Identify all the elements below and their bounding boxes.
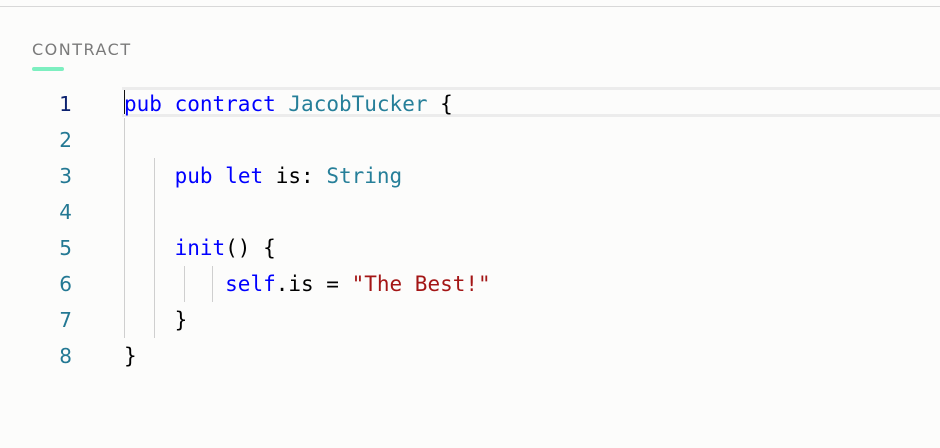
code-text: } bbox=[124, 338, 137, 374]
line-number: 3 bbox=[59, 164, 72, 188]
code-line[interactable]: 1 pub contract JacobTucker { bbox=[0, 86, 940, 122]
code-token: let bbox=[225, 164, 264, 188]
code-editor[interactable]: 1 pub contract JacobTucker {2 3 pub let is… bbox=[0, 86, 940, 376]
tab-active-indicator bbox=[32, 67, 64, 71]
code-token: } bbox=[124, 344, 137, 368]
code-token: "The Best!" bbox=[351, 272, 491, 296]
tab-contract[interactable]: CONTRACT bbox=[32, 40, 132, 59]
code-text: init() { bbox=[124, 230, 276, 266]
code-text: self.is = "The Best!" bbox=[124, 266, 491, 302]
line-number: 6 bbox=[59, 272, 72, 296]
code-token: pub bbox=[124, 92, 162, 116]
code-line[interactable]: 8} bbox=[0, 338, 940, 374]
code-token: { bbox=[427, 92, 453, 116]
code-text: pub contract JacobTucker { bbox=[124, 86, 453, 122]
code-token: pub bbox=[174, 164, 213, 188]
line-number: 7 bbox=[59, 308, 72, 332]
code-token: } bbox=[124, 308, 188, 332]
code-text: pub let is: String bbox=[124, 158, 403, 194]
code-token: self bbox=[225, 272, 276, 296]
line-number: 8 bbox=[59, 344, 72, 368]
code-line[interactable]: 2 bbox=[0, 122, 940, 158]
code-token: JacobTucker bbox=[288, 92, 428, 116]
code-token: () { bbox=[225, 236, 276, 260]
code-line[interactable]: 5 init() { bbox=[0, 230, 940, 266]
code-token: contract bbox=[174, 92, 276, 116]
code-token: String bbox=[326, 164, 403, 188]
contract-editor-page: CONTRACT 1 pub contract JacobTucker {2 3 p… bbox=[0, 0, 940, 448]
code-token: .is = bbox=[275, 272, 352, 296]
line-number: 5 bbox=[59, 236, 72, 260]
code-line[interactable]: 6 self.is = "The Best!" bbox=[0, 266, 940, 302]
line-number: 2 bbox=[59, 128, 72, 152]
code-token: init bbox=[174, 236, 226, 260]
top-divider bbox=[0, 6, 940, 7]
code-text: } bbox=[124, 302, 188, 338]
line-number: 4 bbox=[59, 200, 72, 224]
code-token: is: bbox=[263, 164, 327, 188]
code-line[interactable]: 4 bbox=[0, 194, 940, 230]
code-line[interactable]: 3 pub let is: String bbox=[0, 158, 940, 194]
code-line[interactable]: 7 } bbox=[0, 302, 940, 338]
line-number: 1 bbox=[59, 92, 72, 116]
